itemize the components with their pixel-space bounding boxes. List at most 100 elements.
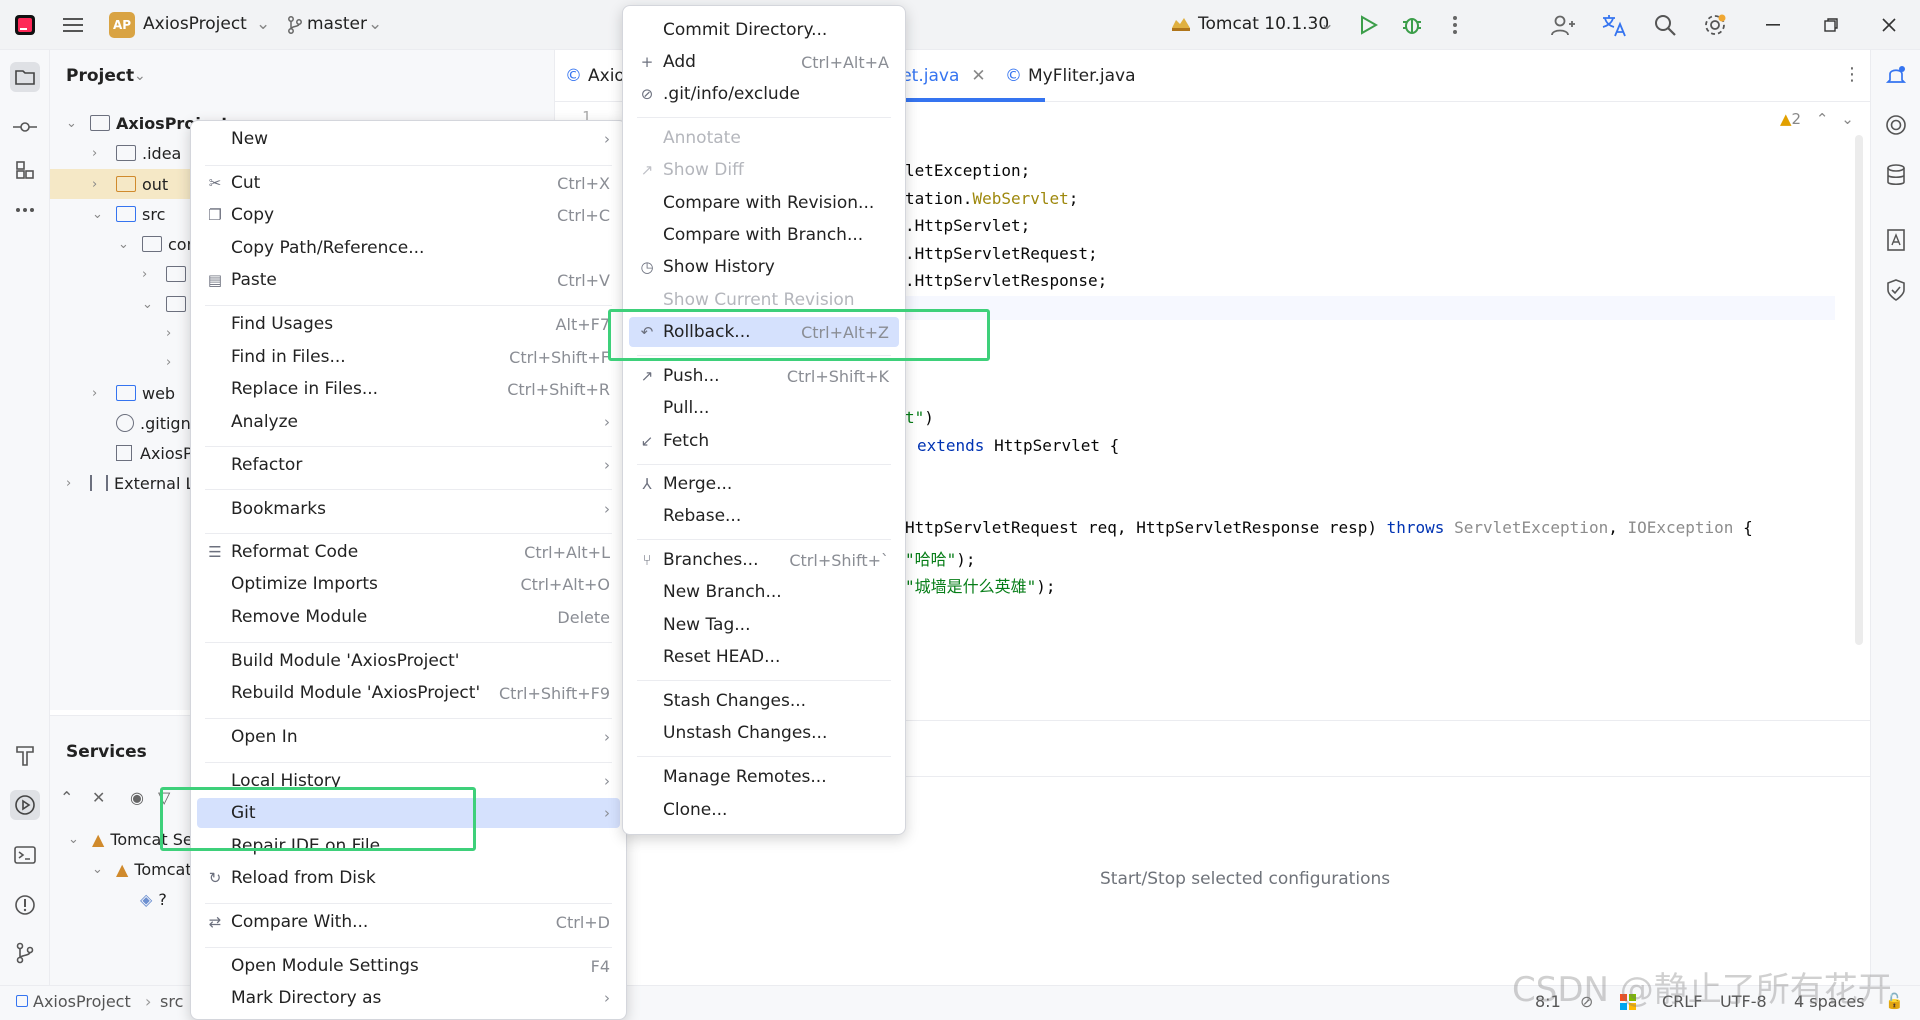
more-tools-icon[interactable] [10,195,40,225]
git-item-fetch[interactable]: ↙ Fetch [629,426,899,456]
editor-scrollbar[interactable] [1855,135,1863,645]
services-icon[interactable] [10,790,40,820]
project-panel-title[interactable]: Project [66,66,134,86]
menu-item-mark-directory[interactable]: Mark Directory as › [197,983,620,1013]
menu-item-reload-from-disk[interactable]: ↻ Reload from Disk [197,863,620,893]
structure-icon[interactable] [10,155,40,185]
search-icon[interactable] [1652,12,1678,38]
menu-item-paste[interactable]: ▤ Paste Ctrl+V [197,265,620,295]
tabs-more-icon[interactable]: ⋮ [1843,64,1861,85]
chevron-right-icon[interactable]: › [92,386,108,401]
branch-selector[interactable]: master [307,14,367,34]
project-folder-icon[interactable] [10,62,40,92]
add-user-icon[interactable] [1550,12,1576,38]
restore-icon[interactable] [1818,12,1844,38]
menu-item-copy[interactable]: ❐ Copy Ctrl+C [197,200,620,230]
git-item-branches[interactable]: ⑂ Branches... Ctrl+Shift+` [629,545,899,575]
chevron-right-icon[interactable]: › [92,146,108,161]
project-view-chevron-icon[interactable]: ⌄ [134,68,146,84]
git-item-compare-revision[interactable]: Compare with Revision... [629,188,899,218]
chevron-down-icon[interactable]: ⌄ [118,237,134,252]
menu-item-new[interactable]: New › [197,124,620,154]
tree-item-src[interactable]: ⌄ src [92,199,165,229]
menu-item-bookmarks[interactable]: Bookmarks › [197,494,620,524]
chevron-down-icon[interactable]: ⌄ [92,207,108,222]
menu-item-replace-in-files[interactable]: Replace in Files... Ctrl+Shift+R [197,374,620,404]
menu-item-copy-path[interactable]: Copy Path/Reference... [197,233,620,263]
chevron-right-icon[interactable]: › [92,177,108,192]
settings-gear-icon[interactable] [1702,12,1728,38]
debug-icon[interactable] [1399,12,1425,38]
tab-close-icon[interactable]: ✕ [971,66,985,86]
git-item-exclude[interactable]: ⊘ .git/info/exclude [629,79,899,109]
tree-item-package-2[interactable]: ⌄ [142,289,192,319]
git-item-reset-head[interactable]: Reset HEAD... [629,642,899,672]
git-item-compare-branch[interactable]: Compare with Branch... [629,220,899,250]
menu-item-rebuild-module[interactable]: Rebuild Module 'AxiosProject' Ctrl+Shift+… [197,678,620,708]
more-options-icon[interactable] [1442,12,1468,38]
warnings-indicator[interactable]: ▲2 ⌃ ⌄ [1780,110,1854,128]
git-item-new-tag[interactable]: New Tag... [629,610,899,640]
security-shield-icon[interactable] [1881,275,1911,305]
next-highlight-icon[interactable]: ⌄ [1841,110,1854,128]
git-item-unstash[interactable]: Unstash Changes... [629,718,899,748]
menu-item-open-in[interactable]: Open In › [197,722,620,752]
terminal-icon[interactable] [10,840,40,870]
document-icon[interactable] [1881,225,1911,255]
menu-item-module-settings[interactable]: Open Module Settings F4 [197,951,620,981]
menu-item-reformat-code[interactable]: ☰ Reformat Code Ctrl+Alt+L [197,537,620,567]
git-item-commit-directory[interactable]: Commit Directory... [629,15,899,45]
chevron-down-icon[interactable]: ⌄ [92,862,108,877]
prev-highlight-icon[interactable]: ⌃ [1816,110,1829,128]
chevron-right-icon[interactable]: › [66,476,82,491]
expand-all-icon[interactable]: ⌃ [60,788,73,807]
tree-item-package-1[interactable]: › [142,259,192,289]
git-branches-icon[interactable] [10,938,40,968]
git-item-clone[interactable]: Clone... [629,795,899,825]
build-hammer-icon[interactable] [10,740,40,770]
problems-icon[interactable] [10,890,40,920]
git-item-new-branch[interactable]: New Branch... [629,577,899,607]
chevron-right-icon[interactable]: › [142,267,158,282]
tree-item-idea[interactable]: › .idea [92,138,181,168]
git-item-push[interactable]: ↗ Push... Ctrl+Shift+K [629,361,899,391]
ai-assistant-icon[interactable] [1881,110,1911,140]
git-item-merge[interactable]: ⅄ Merge... [629,469,899,499]
database-icon[interactable] [1881,160,1911,190]
chevron-right-icon[interactable]: › [166,326,182,341]
tab-myfliter[interactable]: © MyFliter.java [1005,66,1136,86]
tree-item-web[interactable]: › web [92,378,175,408]
menu-item-compare-with[interactable]: ⇄ Compare With... Ctrl+D [197,907,620,937]
tree-item-out[interactable]: › out [92,169,168,199]
project-chevron-down-icon[interactable]: ⌄ [256,14,270,34]
git-item-add[interactable]: + Add Ctrl+Alt+A [629,47,899,77]
menu-item-find-in-files[interactable]: Find in Files... Ctrl+Shift+F [197,342,620,372]
menu-item-build-module[interactable]: Build Module 'AxiosProject' [197,646,620,676]
menu-item-refactor[interactable]: Refactor › [197,450,620,480]
run-config-chevron-icon[interactable]: ⌄ [1320,14,1334,34]
translate-icon[interactable] [1601,12,1627,38]
close-icon[interactable] [1876,12,1902,38]
git-item-rebase[interactable]: Rebase... [629,501,899,531]
eye-icon[interactable]: ◉ [130,788,144,807]
tree-item-package-4[interactable]: › [166,347,190,377]
breadcrumb-src[interactable]: src [160,992,183,1011]
notifications-bell-icon[interactable] [1881,60,1911,90]
chevron-right-icon[interactable]: › [166,355,182,370]
branch-chevron-down-icon[interactable]: ⌄ [368,14,382,34]
menu-item-optimize-imports[interactable]: Optimize Imports Ctrl+Alt+O [197,569,620,599]
chevron-down-icon[interactable]: ⌄ [66,116,82,131]
services-item-artifact[interactable]: ◈ ? [140,884,167,914]
run-icon[interactable] [1356,12,1382,38]
git-item-pull[interactable]: Pull... [629,393,899,423]
git-item-stash[interactable]: Stash Changes... [629,686,899,716]
menu-item-analyze[interactable]: Analyze › [197,407,620,437]
project-badge[interactable]: AP [109,12,135,38]
menu-item-find-usages[interactable]: Find Usages Alt+F7 [197,309,620,339]
breadcrumb-project[interactable]: AxiosProject [33,992,131,1011]
tree-item-package-3[interactable]: › [166,318,190,348]
project-name[interactable]: AxiosProject [143,14,247,34]
main-menu-icon[interactable] [60,12,86,38]
menu-item-remove-module[interactable]: Remove Module Delete [197,602,620,632]
commit-icon[interactable] [10,112,40,142]
